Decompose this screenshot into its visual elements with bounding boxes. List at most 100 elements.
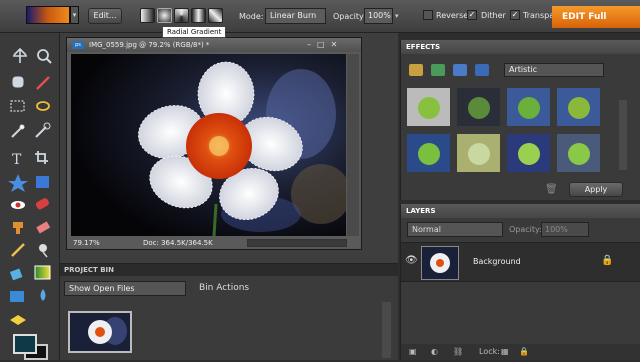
minimize-icon[interactable]: –: [307, 40, 317, 49]
blur-tool-icon[interactable]: [40, 289, 46, 301]
layers-header: LAYERS: [401, 204, 640, 218]
svg-text:T: T: [12, 152, 22, 168]
paint-bucket-tool-icon[interactable]: [9, 268, 23, 281]
window-controls[interactable]: –□✕: [307, 38, 361, 52]
lock-pixels-icon[interactable]: ▦: [501, 347, 509, 356]
effect-thumb-8[interactable]: [557, 134, 600, 172]
opacity-label: Opacity:: [333, 12, 366, 21]
mode-label: Mode:: [239, 12, 264, 21]
crop-tool-icon[interactable]: [35, 151, 48, 164]
thumbnail-image: [70, 313, 130, 351]
opacity-field[interactable]: 100%: [364, 8, 393, 24]
close-icon[interactable]: ✕: [331, 40, 344, 49]
reflected-gradient-icon[interactable]: [191, 8, 206, 23]
fx-icon[interactable]: [475, 64, 489, 76]
apply-button[interactable]: Apply: [569, 182, 623, 197]
photo-effects-icon[interactable]: [453, 64, 467, 76]
smart-brush-tool-icon[interactable]: [39, 244, 48, 258]
magic-wand-tool-icon[interactable]: [11, 124, 25, 138]
lock-icon: 🔒: [601, 255, 614, 266]
effects-category-icons: [409, 64, 497, 78]
healing-brush-tool-icon[interactable]: [35, 197, 50, 210]
shape-tool-icon[interactable]: [10, 291, 24, 302]
zoom-readout[interactable]: 79.17%: [73, 239, 100, 247]
bin-thumbnail[interactable]: [68, 311, 132, 353]
hand-tool-icon[interactable]: [12, 76, 24, 88]
radial-gradient-icon[interactable]: [157, 8, 172, 23]
link-icon[interactable]: ⛓: [453, 347, 463, 356]
flower-photo: [71, 54, 346, 236]
foreground-color-swatch[interactable]: [13, 334, 37, 354]
pencil-tool-icon[interactable]: [11, 243, 25, 257]
layer-name: Background: [473, 257, 521, 266]
eyedropper-tool-icon[interactable]: [36, 76, 50, 90]
eraser-tool-icon[interactable]: [36, 221, 51, 234]
effect-thumb-2[interactable]: [457, 88, 500, 126]
trash-icon[interactable]: 🗑: [545, 184, 558, 195]
dither-label: Dither: [481, 11, 506, 20]
straighten-tool-icon[interactable]: [36, 176, 49, 188]
dither-checkbox[interactable]: ✓: [467, 10, 477, 20]
opacity-arrow-icon[interactable]: ▾: [395, 8, 403, 24]
filters-icon[interactable]: [409, 64, 423, 76]
layer-thumbnail-image: [422, 247, 458, 279]
doc-size-readout: Doc: 364.5K/364.5K: [143, 239, 213, 247]
effects-header: EFFECTS: [401, 40, 640, 54]
diamond-gradient-icon[interactable]: [208, 8, 223, 23]
lock-all-icon[interactable]: 🔒: [519, 347, 529, 356]
blend-mode-select[interactable]: Normal: [407, 222, 503, 237]
bin-actions-menu[interactable]: Bin Actions: [199, 283, 249, 293]
effects-category-select[interactable]: Artistic: [504, 63, 604, 77]
sponge-tool-icon[interactable]: [10, 315, 26, 325]
reverse-checkbox[interactable]: [423, 10, 433, 20]
show-files-select[interactable]: Show Open Files: [64, 281, 186, 296]
project-bin: PROJECT BIN Show Open Files Bin Actions: [60, 263, 398, 360]
image-canvas[interactable]: [71, 54, 346, 236]
red-eye-tool-icon[interactable]: [11, 201, 25, 209]
new-layer-icon[interactable]: ▣: [409, 347, 417, 356]
reverse-label: Reverse: [436, 11, 469, 20]
angle-gradient-icon[interactable]: [174, 8, 189, 23]
document-window: ps IMG_0559.jpg @ 79.2% (RGB/8*) * –□✕ 7…: [66, 37, 362, 250]
effect-thumb-6[interactable]: [457, 134, 500, 172]
gradient-picker[interactable]: [26, 6, 70, 24]
effects-scrollbar[interactable]: [619, 100, 627, 170]
horizontal-scrollbar[interactable]: [247, 239, 347, 247]
layer-opacity-field[interactable]: 100%: [541, 222, 589, 237]
linear-gradient-icon[interactable]: [140, 8, 155, 23]
layers-footer: ▣ ◐ ⛓ Lock: ▦ 🔒: [401, 344, 640, 360]
adjustment-layer-icon[interactable]: ◐: [431, 347, 438, 356]
gradient-tool-icon[interactable]: [34, 265, 51, 280]
project-bin-header: PROJECT BIN: [60, 264, 398, 276]
quick-selection-tool-icon[interactable]: [35, 122, 51, 138]
layer-thumbnail: [421, 246, 459, 280]
maximize-icon[interactable]: □: [317, 40, 331, 49]
tooltip: Radial Gradient: [162, 26, 227, 38]
transparency-checkbox[interactable]: ✓: [510, 10, 520, 20]
layer-styles-icon[interactable]: [431, 64, 445, 76]
lasso-tool-icon[interactable]: [36, 101, 50, 111]
effect-thumb-1[interactable]: [407, 88, 450, 126]
vertical-scrollbar[interactable]: [347, 54, 359, 236]
effects-panel: EFFECTS Artistic 🗑 Apply: [400, 40, 640, 200]
chevron-down-icon[interactable]: ▾: [70, 6, 79, 24]
bin-scrollbar[interactable]: [382, 302, 391, 358]
effect-thumb-7[interactable]: [507, 134, 550, 172]
edit-full-button[interactable]: EDIT Full: [552, 6, 640, 28]
mode-select[interactable]: Linear Burn: [265, 8, 326, 24]
move-tool-icon[interactable]: [13, 47, 27, 63]
layer-row[interactable]: 👁 Background 🔒: [401, 242, 640, 282]
marquee-tool-icon[interactable]: [10, 100, 25, 112]
effect-thumb-4[interactable]: [557, 88, 600, 126]
tool-icons: T: [8, 47, 52, 325]
document-title-bar[interactable]: ps IMG_0559.jpg @ 79.2% (RGB/8*) * –□✕: [67, 38, 361, 52]
clone-stamp-tool-icon[interactable]: [13, 222, 23, 234]
type-tool-icon[interactable]: T: [12, 152, 22, 168]
zoom-tool-icon[interactable]: [37, 49, 52, 64]
effect-thumb-3[interactable]: [507, 88, 550, 126]
effect-thumb-5[interactable]: [407, 134, 450, 172]
cookie-cutter-tool-icon[interactable]: [8, 174, 28, 192]
eye-icon[interactable]: 👁: [405, 255, 418, 266]
effects-thumbnails: [407, 88, 600, 172]
edit-gradient-button[interactable]: Edit...: [88, 8, 122, 24]
